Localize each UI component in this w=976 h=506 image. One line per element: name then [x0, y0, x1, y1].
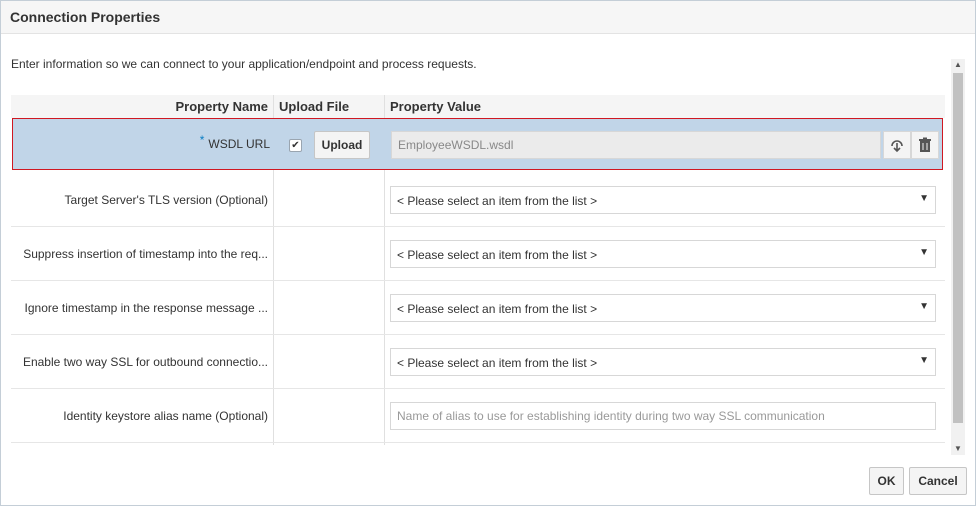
header-upload-file: Upload File [279, 99, 350, 114]
select-value: < Please select an item from the list > [397, 302, 598, 316]
chevron-down-icon: ▼ [919, 355, 929, 366]
properties-table: Property Name Upload File Property Value… [11, 95, 945, 445]
table-row: Enable two way SSL for outbound connecti… [11, 335, 945, 389]
ok-button[interactable]: OK [869, 467, 904, 495]
table-header: Property Name Upload File Property Value [11, 95, 945, 118]
chevron-down-icon: ▼ [919, 193, 929, 204]
trash-icon [919, 137, 931, 152]
chevron-down-icon: ▼ [919, 247, 929, 258]
table-row: Ignore timestamp in the response message… [11, 281, 945, 335]
checkmark-icon: ✔ [291, 139, 300, 151]
property-name: Identity keystore alias name (Optional) [63, 408, 268, 423]
property-name: Ignore timestamp in the response message… [24, 300, 268, 315]
property-name: WSDL URL [208, 137, 270, 151]
tls-version-select[interactable]: < Please select an item from the list > … [390, 186, 936, 214]
table-row: Suppress insertion of timestamp into the… [11, 227, 945, 281]
table-row: Target Server's TLS version (Optional) <… [11, 173, 945, 227]
property-name-cell: * WSDL URL [13, 119, 270, 169]
select-value: < Please select an item from the list > [397, 356, 598, 370]
suppress-timestamp-select[interactable]: < Please select an item from the list > … [390, 240, 936, 268]
keystore-alias-input[interactable] [390, 402, 936, 430]
scroll-up-icon[interactable]: ▲ [951, 59, 965, 71]
download-icon [891, 140, 903, 153]
connection-properties-dialog: Connection Properties Enter information … [0, 0, 976, 506]
ignore-timestamp-select[interactable]: < Please select an item from the list > … [390, 294, 936, 322]
chevron-down-icon: ▼ [919, 301, 929, 312]
scroll-down-icon[interactable]: ▼ [951, 443, 965, 455]
header-property-value: Property Value [390, 99, 482, 114]
delete-button[interactable] [911, 131, 939, 159]
select-value: < Please select an item from the list > [397, 194, 598, 208]
instructions-text: Enter information so we can connect to y… [11, 57, 477, 71]
upload-button[interactable]: Upload [314, 131, 370, 159]
upload-file-checkbox[interactable]: ✔ [289, 139, 302, 152]
header-property-name: Property Name [175, 99, 268, 114]
download-button[interactable] [883, 131, 911, 159]
dialog-title: Connection Properties [10, 9, 161, 25]
required-marker: * [199, 133, 205, 147]
two-way-ssl-select[interactable]: < Please select an item from the list > … [390, 348, 936, 376]
wsdl-url-field[interactable] [391, 131, 881, 159]
scrollbar-thumb[interactable] [953, 73, 963, 423]
dialog-header: Connection Properties [1, 1, 975, 34]
property-name: Suppress insertion of timestamp into the… [23, 246, 268, 261]
cancel-button[interactable]: Cancel [909, 467, 967, 495]
table-row: Identity keystore alias name (Optional) [11, 389, 945, 443]
property-name: Enable two way SSL for outbound connecti… [22, 354, 268, 369]
property-name: Target Server's TLS version (Optional) [64, 192, 268, 207]
select-value: < Please select an item from the list > [397, 248, 598, 262]
vertical-scrollbar[interactable]: ▲ ▼ [951, 59, 965, 455]
table-row-wsdl-url[interactable]: * WSDL URL ✔ Upload [12, 118, 943, 170]
